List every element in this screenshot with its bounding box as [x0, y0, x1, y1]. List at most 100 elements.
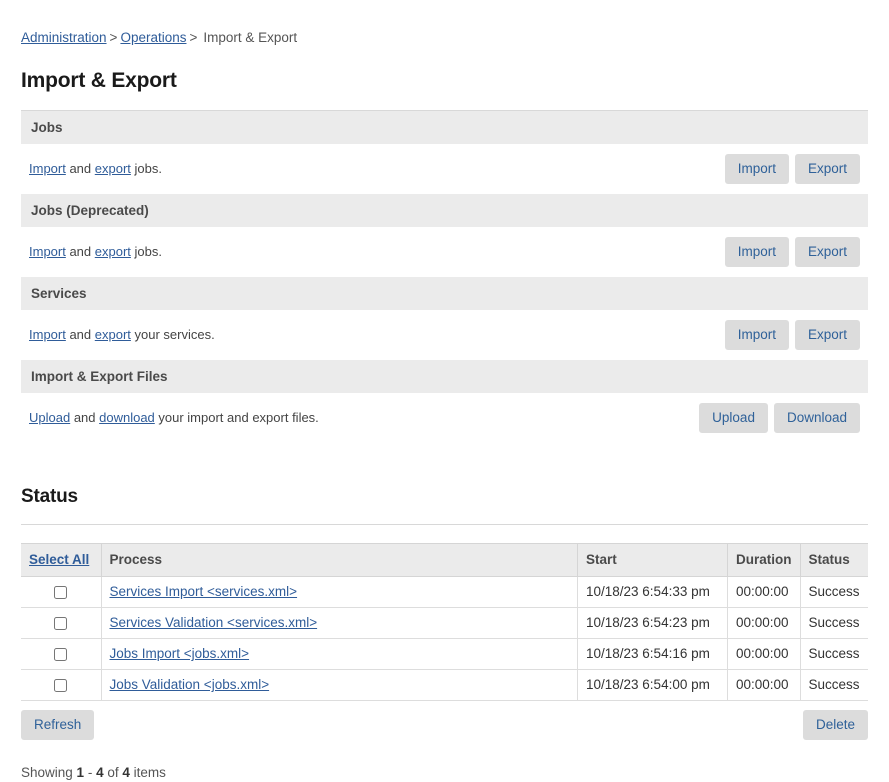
process-link[interactable]: Jobs Validation <jobs.xml> — [110, 677, 270, 692]
button-group-jobs: Import Export — [725, 154, 860, 184]
table-row: Jobs Import <jobs.xml> 10/18/23 6:54:16 … — [21, 639, 868, 670]
text-and-3: and — [66, 327, 95, 342]
row-checkbox[interactable] — [54, 648, 67, 661]
import-button-jobs[interactable]: Import — [725, 154, 789, 184]
section-description-jobs-deprecated: Import and export jobs. — [29, 243, 162, 261]
section-header-jobs-deprecated: Jobs (Deprecated) — [21, 194, 868, 227]
breadcrumb-link-administration[interactable]: Administration — [21, 30, 107, 45]
link-import-services[interactable]: Import — [29, 327, 66, 342]
section-header-jobs: Jobs — [21, 111, 868, 144]
showing-from: 1 — [77, 765, 85, 780]
export-button-jobs[interactable]: Export — [795, 154, 860, 184]
section-body-services: Import and export your services. Import … — [21, 310, 868, 360]
row-process-cell: Services Import <services.xml> — [101, 577, 578, 608]
link-download-files[interactable]: download — [99, 410, 155, 425]
export-button-services[interactable]: Export — [795, 320, 860, 350]
section-body-jobs: Import and export jobs. Import Export — [21, 144, 868, 194]
text-and-2: and — [66, 244, 95, 259]
row-checkbox[interactable] — [54, 679, 67, 692]
section-body-jobs-deprecated: Import and export jobs. Import Export — [21, 227, 868, 277]
table-header-row: Select All Process Start Duration Status — [21, 544, 868, 577]
text-and-4: and — [70, 410, 99, 425]
row-process-cell: Jobs Import <jobs.xml> — [101, 639, 578, 670]
section-description-services: Import and export your services. — [29, 326, 215, 344]
showing-prefix: Showing — [21, 765, 77, 780]
status-table: Select All Process Start Duration Status… — [21, 543, 868, 701]
process-link[interactable]: Services Validation <services.xml> — [110, 615, 318, 630]
section-import-export-files: Import & Export Files Upload and downloa… — [21, 360, 868, 443]
link-import-jobs[interactable]: Import — [29, 161, 66, 176]
text-tail-2: jobs. — [131, 244, 162, 259]
section-description-jobs: Import and export jobs. — [29, 160, 162, 178]
row-checkbox-cell — [21, 608, 101, 639]
status-table-head: Select All Process Start Duration Status — [21, 544, 868, 577]
row-status-cell: Success — [800, 670, 868, 701]
select-all-link[interactable]: Select All — [29, 552, 89, 567]
column-header-status: Status — [800, 544, 868, 577]
showing-dash: - — [84, 765, 96, 780]
showing-of: of — [104, 765, 123, 780]
column-header-duration: Duration — [728, 544, 801, 577]
row-status-cell: Success — [800, 608, 868, 639]
export-button-jobs-deprecated[interactable]: Export — [795, 237, 860, 267]
row-start-cell: 10/18/23 6:54:23 pm — [578, 608, 728, 639]
status-table-body: Services Import <services.xml> 10/18/23 … — [21, 577, 868, 701]
breadcrumb-current: Import & Export — [200, 30, 297, 45]
button-group-import-export-files: Upload Download — [699, 403, 860, 433]
showing-suffix: items — [130, 765, 166, 780]
row-duration-cell: 00:00:00 — [728, 639, 801, 670]
section-jobs: Jobs Import and export jobs. Import Expo… — [21, 111, 868, 194]
row-checkbox-cell — [21, 639, 101, 670]
row-process-cell: Services Validation <services.xml> — [101, 608, 578, 639]
breadcrumb-separator-2: > — [186, 30, 200, 45]
import-button-jobs-deprecated[interactable]: Import — [725, 237, 789, 267]
text-and-1: and — [66, 161, 95, 176]
table-row: Jobs Validation <jobs.xml> 10/18/23 6:54… — [21, 670, 868, 701]
text-tail-3: your services. — [131, 327, 215, 342]
text-tail-1: jobs. — [131, 161, 162, 176]
status-divider — [21, 524, 868, 525]
showing-to: 4 — [96, 765, 104, 780]
button-group-jobs-deprecated: Import Export — [725, 237, 860, 267]
refresh-button[interactable]: Refresh — [21, 710, 94, 740]
breadcrumb-link-operations[interactable]: Operations — [120, 30, 186, 45]
page-container: Administration>Operations>Import & Expor… — [0, 0, 889, 782]
section-description-import-export-files: Upload and download your import and expo… — [29, 409, 319, 427]
showing-total: 4 — [122, 765, 130, 780]
column-header-process: Process — [101, 544, 578, 577]
row-checkbox[interactable] — [54, 586, 67, 599]
table-row: Services Validation <services.xml> 10/18… — [21, 608, 868, 639]
row-duration-cell: 00:00:00 — [728, 577, 801, 608]
table-footer: Refresh Delete — [21, 710, 868, 740]
process-link[interactable]: Services Import <services.xml> — [110, 584, 298, 599]
link-export-jobs[interactable]: export — [95, 161, 131, 176]
breadcrumb-separator-1: > — [107, 30, 121, 45]
delete-button[interactable]: Delete — [803, 710, 868, 740]
page-title: Import & Export — [21, 69, 868, 93]
section-body-import-export-files: Upload and download your import and expo… — [21, 393, 868, 443]
link-import-jobs-deprecated[interactable]: Import — [29, 244, 66, 259]
section-services: Services Import and export your services… — [21, 277, 868, 360]
row-status-cell: Success — [800, 639, 868, 670]
section-jobs-deprecated: Jobs (Deprecated) Import and export jobs… — [21, 194, 868, 277]
row-start-cell: 10/18/23 6:54:33 pm — [578, 577, 728, 608]
row-start-cell: 10/18/23 6:54:16 pm — [578, 639, 728, 670]
row-process-cell: Jobs Validation <jobs.xml> — [101, 670, 578, 701]
column-header-start: Start — [578, 544, 728, 577]
import-button-services[interactable]: Import — [725, 320, 789, 350]
link-upload-files[interactable]: Upload — [29, 410, 70, 425]
text-tail-4: your import and export files. — [155, 410, 319, 425]
row-status-cell: Success — [800, 577, 868, 608]
row-duration-cell: 00:00:00 — [728, 608, 801, 639]
breadcrumb: Administration>Operations>Import & Expor… — [21, 0, 868, 47]
download-button[interactable]: Download — [774, 403, 860, 433]
link-export-jobs-deprecated[interactable]: export — [95, 244, 131, 259]
row-start-cell: 10/18/23 6:54:00 pm — [578, 670, 728, 701]
upload-button[interactable]: Upload — [699, 403, 768, 433]
row-checkbox[interactable] — [54, 617, 67, 630]
table-row: Services Import <services.xml> 10/18/23 … — [21, 577, 868, 608]
process-link[interactable]: Jobs Import <jobs.xml> — [110, 646, 250, 661]
button-group-services: Import Export — [725, 320, 860, 350]
link-export-services[interactable]: export — [95, 327, 131, 342]
row-checkbox-cell — [21, 670, 101, 701]
